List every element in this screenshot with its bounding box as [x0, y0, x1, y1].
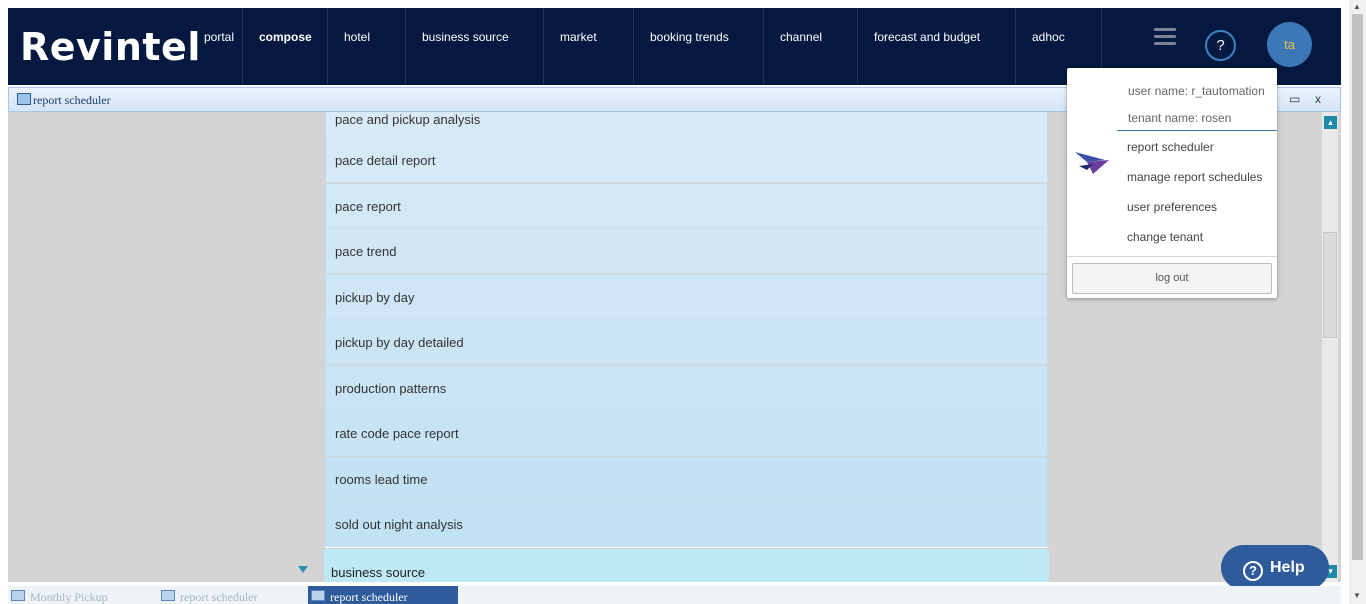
nav-market[interactable]: market — [544, 8, 634, 85]
task-tab-label: report scheduler — [180, 590, 258, 604]
content-scrollbar[interactable]: ▴ ▾ — [1322, 112, 1338, 582]
menu-divider — [1117, 130, 1277, 131]
list-item[interactable]: pace trend — [326, 229, 1047, 274]
page-scroll-thumb[interactable] — [1352, 14, 1363, 560]
menu-report-scheduler[interactable]: report scheduler — [1127, 140, 1214, 154]
task-tab-label: Monthly Pickup — [30, 590, 108, 604]
report-list: pace and pickup analysis pace detail rep… — [325, 112, 1048, 548]
list-item[interactable]: pace report — [326, 184, 1047, 229]
window-icon — [17, 93, 31, 105]
list-item[interactable]: rooms lead time — [326, 457, 1047, 502]
help-question-icon[interactable]: ? — [1205, 30, 1236, 61]
window-icon — [311, 590, 325, 601]
user-avatar[interactable]: ta — [1267, 22, 1312, 67]
nav-channel[interactable]: channel — [764, 8, 858, 85]
list-item[interactable]: pickup by day detailed — [326, 320, 1047, 365]
scroll-up-icon[interactable]: ▲ — [1353, 2, 1361, 11]
help-button[interactable]: ? Help — [1221, 545, 1329, 590]
maximize-icon[interactable]: ▭ — [1289, 92, 1300, 106]
user-menu-dropdown: user name: r_tautomation tenant name: ro… — [1067, 68, 1277, 298]
brand-logo[interactable]: Revintel — [20, 25, 201, 69]
window-icon — [11, 590, 25, 601]
list-item[interactable]: pickup by day — [326, 275, 1047, 320]
expand-arrow-icon[interactable] — [298, 566, 308, 573]
menu-change-tenant[interactable]: change tenant — [1127, 230, 1203, 244]
list-item[interactable]: production patterns — [326, 366, 1047, 411]
task-tab-report-scheduler[interactable]: report scheduler — [158, 586, 303, 604]
help-button-label: Help — [1270, 559, 1305, 576]
tenant-name-label: tenant name: rosen — [1128, 111, 1232, 125]
nav-hotel[interactable]: hotel — [328, 8, 406, 85]
task-tab-report-scheduler-active[interactable]: report scheduler — [308, 586, 458, 604]
nav-portal[interactable]: portal — [188, 8, 243, 85]
menu-user-preferences[interactable]: user preferences — [1127, 200, 1217, 214]
list-item[interactable]: pace detail report — [326, 138, 1047, 183]
close-icon[interactable]: x — [1315, 92, 1321, 106]
page-scrollbar[interactable]: ▲ ▼ — [1349, 0, 1366, 604]
window-title: report scheduler — [33, 93, 111, 107]
menu-manage-report-schedules[interactable]: manage report schedules — [1127, 170, 1262, 184]
list-item[interactable]: rate code pace report — [326, 411, 1047, 456]
nav-compose[interactable]: compose — [243, 8, 328, 85]
scroll-down-icon[interactable]: ▼ — [1353, 591, 1361, 600]
nav-booking-trends[interactable]: booking trends — [634, 8, 764, 85]
task-tab-label: report scheduler — [330, 590, 408, 604]
hamburger-icon[interactable] — [1154, 28, 1176, 49]
scroll-up-icon[interactable]: ▴ — [1324, 116, 1337, 129]
bird-logo-icon — [1075, 152, 1109, 174]
scroll-thumb[interactable] — [1323, 232, 1337, 338]
section-business-source[interactable]: business source — [324, 549, 1049, 582]
menu-divider — [1067, 256, 1277, 257]
user-name-label: user name: r_tautomation — [1128, 84, 1265, 98]
nav-forecast-and-budget[interactable]: forecast and budget — [858, 8, 1016, 85]
list-item[interactable]: sold out night analysis — [326, 502, 1047, 547]
window-icon — [161, 590, 175, 601]
help-question-icon: ? — [1243, 561, 1263, 581]
task-tab-monthly-pickup[interactable]: Monthly Pickup — [8, 586, 153, 604]
logout-button[interactable]: log out — [1072, 263, 1272, 294]
window-taskbar: Monthly Pickup report scheduler report s… — [8, 586, 1341, 604]
nav-business-source[interactable]: business source — [406, 8, 544, 85]
